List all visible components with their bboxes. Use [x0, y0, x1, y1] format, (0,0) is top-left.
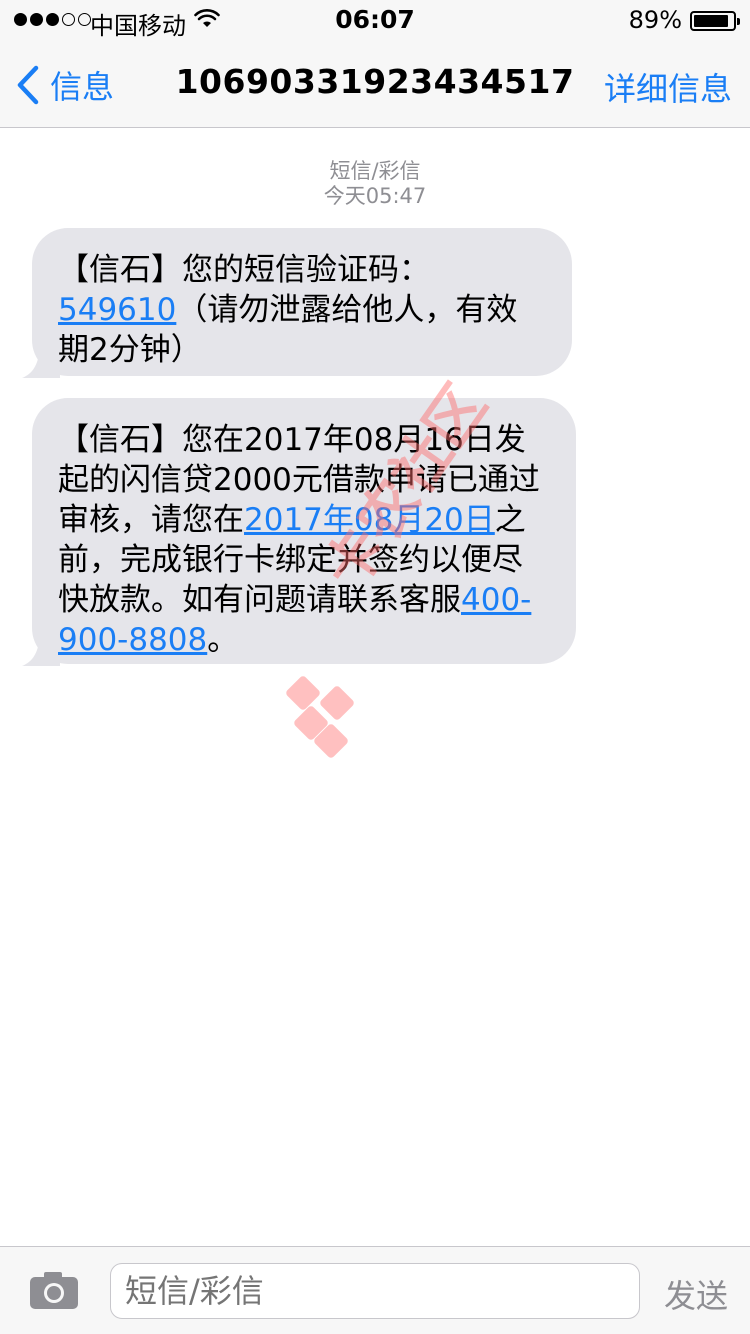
- send-button[interactable]: 发送: [664, 1271, 728, 1317]
- navigation-bar: 信息 10690331923434517 详细信息: [0, 40, 750, 128]
- battery-tip: [737, 18, 740, 25]
- message-text: 。: [207, 622, 239, 658]
- message-text: 【信石】您的短信验证码：: [58, 252, 430, 288]
- incoming-message-bubble[interactable]: 【信石】您在2017年08月16日发起的闪信贷2000元借款申请已通过审核，请您…: [22, 398, 576, 666]
- incoming-message-bubble[interactable]: 【信石】您的短信验证码：549610（请勿泄露给他人，有效期2分钟）: [22, 228, 572, 378]
- details-button[interactable]: 详细信息: [604, 64, 732, 110]
- message-composer: 发送: [0, 1246, 750, 1334]
- message-timestamp: 今天05:47: [323, 184, 427, 208]
- camera-icon[interactable]: [28, 1269, 80, 1315]
- battery-icon: [690, 11, 740, 31]
- battery-percentage: 89%: [628, 6, 682, 34]
- status-bar: 中国移动 06:07 89%: [0, 0, 750, 40]
- bubble-tail: [22, 636, 60, 666]
- verification-code-link[interactable]: 549610: [58, 292, 176, 328]
- battery-fill: [694, 15, 728, 27]
- message-input[interactable]: [110, 1263, 640, 1319]
- bubble-tail: [22, 348, 60, 378]
